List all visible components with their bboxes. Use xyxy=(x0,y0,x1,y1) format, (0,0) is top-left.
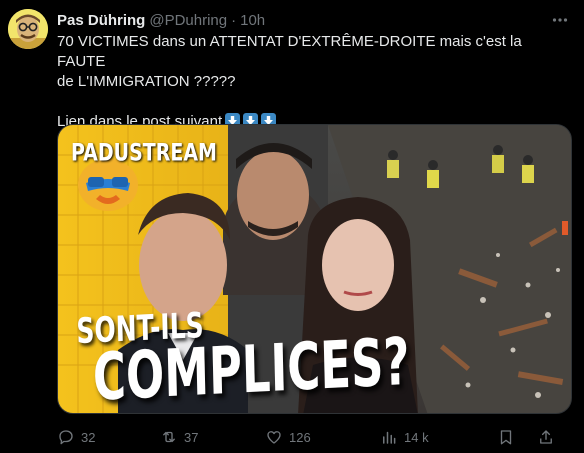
author-name[interactable]: Pas Dühring xyxy=(57,12,145,29)
tweet-header: Pas Dühring @PDuhring · 10h xyxy=(57,10,572,30)
more-options-icon[interactable] xyxy=(548,10,572,30)
repost-count: 37 xyxy=(184,429,199,445)
repost-button[interactable]: 37 xyxy=(160,428,265,446)
tweet-media[interactable]: PADUSTREAM SONT-ILS COMPLICES? xyxy=(57,124,572,414)
thumbnail-brand: PADUSTREAM xyxy=(71,139,217,167)
like-button[interactable]: 126 xyxy=(265,428,380,446)
reply-icon xyxy=(59,430,73,445)
heart-icon xyxy=(267,431,281,444)
author-handle[interactable]: @PDuhring xyxy=(149,12,227,29)
views-chart-icon xyxy=(383,431,396,444)
avatar[interactable] xyxy=(8,9,48,49)
tweet-text: 70 VICTIMES dans un ATTENTAT D'EXTRÊME-D… xyxy=(57,32,572,132)
tweet-text-line: 70 VICTIMES dans un ATTENTAT D'EXTRÊME-D… xyxy=(57,33,522,70)
share-button[interactable] xyxy=(537,428,557,446)
bookmark-button[interactable] xyxy=(497,428,537,446)
bookmark-icon xyxy=(500,430,512,445)
repost-icon xyxy=(163,431,175,443)
avatar-image xyxy=(8,9,48,49)
tweet-actions: 32 37 126 14 k xyxy=(57,426,572,448)
views-button[interactable]: 14 k xyxy=(380,428,497,446)
timestamp[interactable]: 10h xyxy=(240,12,265,29)
separator: · xyxy=(231,11,237,29)
thumbnail-overlay-line2: COMPLICES? xyxy=(92,322,411,414)
tweet[interactable]: Pas Dühring @PDuhring · 10h 70 VICTIMES … xyxy=(0,0,584,453)
share-icon xyxy=(540,430,552,444)
tweet-text-line: de L'IMMIGRATION ????? xyxy=(57,73,236,90)
reply-count: 32 xyxy=(81,429,96,445)
like-count: 126 xyxy=(289,429,311,445)
views-count: 14 k xyxy=(404,429,429,445)
reply-button[interactable]: 32 xyxy=(57,428,160,446)
